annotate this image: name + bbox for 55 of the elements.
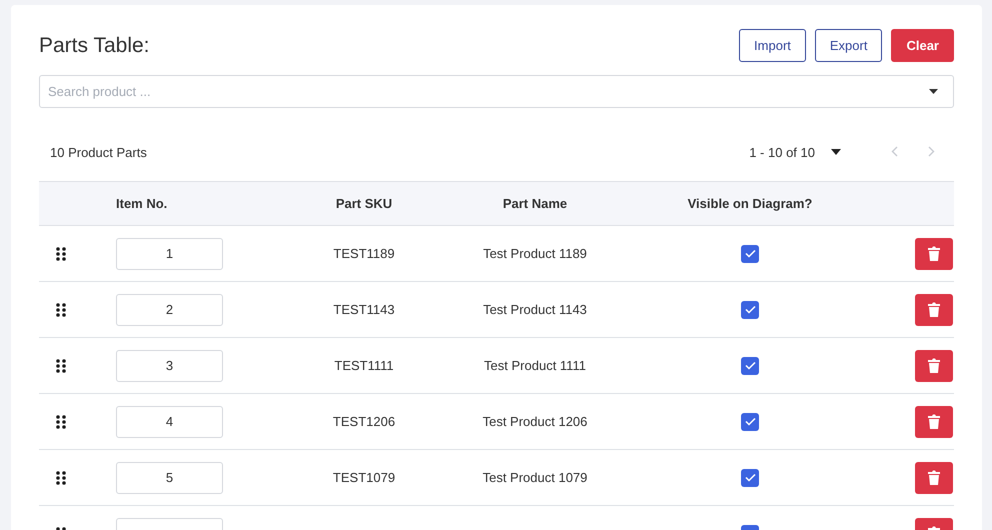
checkbox[interactable] <box>741 300 759 318</box>
action-button[interactable]: Export <box>814 29 882 62</box>
item-number-field[interactable]: 4 <box>116 406 223 438</box>
item-number-field[interactable]: 5 <box>116 462 223 494</box>
item-number-field[interactable]: 1 <box>116 238 223 270</box>
table-cell: TEST1189 <box>333 246 395 261</box>
item-number-field[interactable]: 2 <box>116 294 223 326</box>
action-button[interactable]: Import <box>739 29 806 62</box>
table-cell: Test Product 1111 <box>484 358 586 373</box>
check-icon <box>744 473 756 482</box>
page-title: Parts Table: <box>39 34 150 58</box>
trash-icon <box>928 358 940 373</box>
checkbox[interactable] <box>741 468 759 486</box>
trash-icon <box>928 302 940 317</box>
column-header: Part Name <box>502 196 568 211</box>
item-number-field[interactable]: 3 <box>116 350 223 382</box>
drag-handle-icon[interactable] <box>56 358 66 372</box>
checkbox[interactable] <box>741 412 759 430</box>
check-icon <box>744 417 756 426</box>
delete-button[interactable] <box>915 406 953 438</box>
delete-button[interactable] <box>915 350 953 382</box>
trash-icon <box>928 414 940 429</box>
table-cell: TEST1206 <box>332 414 396 429</box>
column-header: Visible on Diagram? <box>686 196 814 211</box>
delete-button[interactable] <box>915 238 953 270</box>
checkbox[interactable] <box>741 356 759 374</box>
table-cell: TEST1079 <box>332 470 396 485</box>
search-field[interactable]: Search product ... <box>39 75 954 108</box>
caret-icon <box>929 89 938 94</box>
chevron-left-icon <box>891 146 898 156</box>
table-cell: Test Product 1079 <box>482 470 588 485</box>
table-cell: Test Product 1189 <box>483 246 587 261</box>
table-cell: Test Product 1143 <box>483 302 587 317</box>
drag-handle-icon[interactable] <box>56 414 66 428</box>
drag-handle-icon[interactable] <box>56 302 66 316</box>
check-icon <box>744 361 756 370</box>
table-cell: Test Product 1206 <box>482 414 588 429</box>
page-range: 1 - 10 of 10 <box>749 144 815 160</box>
column-header: Item No. <box>115 196 168 211</box>
caret-icon[interactable] <box>831 149 841 155</box>
delete-button[interactable] <box>915 462 953 494</box>
chevron-right-icon <box>928 146 935 156</box>
check-icon <box>744 305 756 314</box>
parts-count: 10 Product Parts <box>50 144 147 160</box>
trash-icon <box>928 246 940 261</box>
drag-handle-icon[interactable] <box>56 246 66 260</box>
checkbox[interactable] <box>741 244 759 262</box>
clear-button[interactable]: Clear <box>891 29 954 62</box>
delete-button[interactable] <box>915 294 953 326</box>
table-cell: TEST1143 <box>333 302 395 317</box>
drag-handle-icon[interactable] <box>56 470 66 484</box>
check-icon <box>744 249 756 258</box>
column-header: Part SKU <box>334 196 394 211</box>
trash-icon <box>928 470 940 485</box>
table-cell: TEST1111 <box>334 358 394 373</box>
